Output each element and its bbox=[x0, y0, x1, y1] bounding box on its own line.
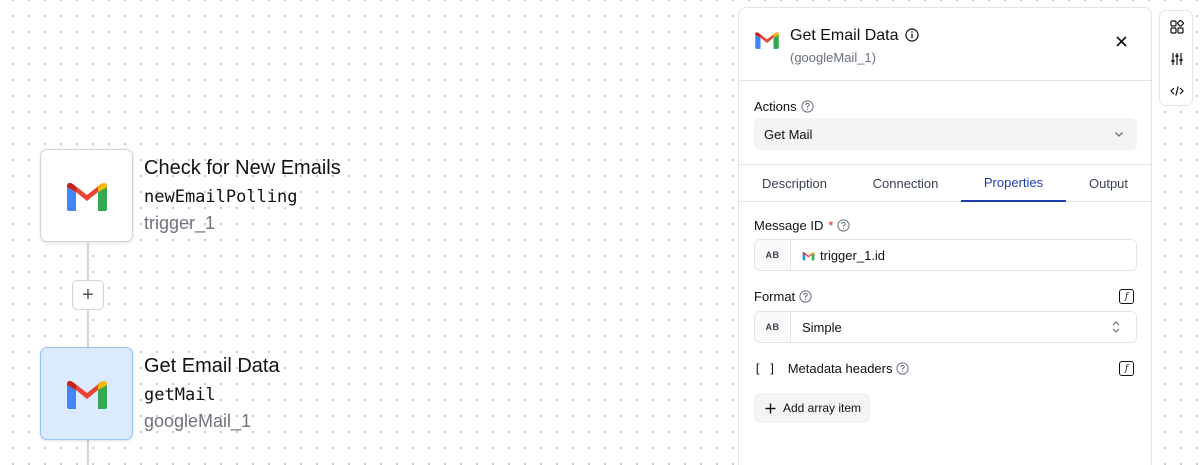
format-label-text: Format bbox=[754, 289, 796, 304]
function-mode-icon[interactable]: f bbox=[1119, 361, 1134, 376]
node-id: trigger_1 bbox=[144, 213, 216, 233]
node-card[interactable] bbox=[40, 149, 133, 242]
properties-button[interactable] bbox=[1168, 50, 1186, 68]
gmail-icon bbox=[755, 32, 779, 49]
add-node-button[interactable]: + bbox=[72, 280, 104, 310]
code-icon bbox=[1170, 86, 1184, 96]
function-mode-icon[interactable]: f bbox=[1119, 289, 1134, 304]
node-title: Get Email Data bbox=[144, 355, 280, 377]
format-value: Simple bbox=[802, 320, 842, 335]
message-id-field[interactable]: AB trigger_1.id bbox=[754, 239, 1137, 271]
gmail-icon bbox=[66, 380, 107, 409]
node-card[interactable] bbox=[40, 347, 133, 440]
message-id-value[interactable]: trigger_1.id bbox=[802, 248, 885, 263]
string-type-badge: AB bbox=[755, 312, 791, 342]
tab-properties[interactable]: Properties bbox=[961, 165, 1066, 202]
plus-icon: + bbox=[82, 284, 94, 306]
node-function: getMail bbox=[144, 385, 216, 405]
node-details-panel: Get Email Data (googleMail_1) Actions Ge… bbox=[738, 7, 1152, 465]
sliders-icon bbox=[1171, 53, 1183, 65]
chevron-down-icon bbox=[1115, 132, 1123, 137]
format-select[interactable]: AB Simple bbox=[754, 311, 1137, 343]
actions-label-text: Actions bbox=[754, 99, 797, 114]
format-label: Format bbox=[754, 289, 812, 304]
gmail-icon bbox=[66, 182, 107, 211]
panel-title: Get Email Data bbox=[790, 27, 899, 44]
message-id-label-text: Message ID bbox=[754, 218, 824, 233]
code-button[interactable] bbox=[1168, 82, 1186, 100]
node-function: newEmailPolling bbox=[144, 187, 298, 207]
help-icon[interactable] bbox=[896, 362, 910, 375]
chevron-up-down-icon bbox=[1112, 321, 1120, 333]
tab-connection[interactable]: Connection bbox=[850, 165, 961, 202]
workflow-node-action[interactable]: Get Email Data getMail googleMail_1 bbox=[40, 347, 360, 441]
message-id-value-text: trigger_1.id bbox=[820, 248, 886, 263]
node-title: Check for New Emails bbox=[144, 157, 341, 179]
right-toolbar bbox=[1159, 10, 1193, 106]
actions-select-value: Get Mail bbox=[764, 126, 813, 142]
tab-output[interactable]: Output bbox=[1066, 165, 1151, 202]
add-array-item-button[interactable]: Add array item bbox=[754, 393, 870, 423]
plus-icon bbox=[765, 403, 776, 413]
panel-header: Get Email Data (googleMail_1) bbox=[739, 8, 1151, 81]
gmail-icon bbox=[802, 251, 815, 260]
actions-select[interactable]: Get Mail bbox=[754, 118, 1137, 150]
close-button[interactable] bbox=[1109, 29, 1133, 53]
workflow-node-trigger[interactable]: Check for New Emails newEmailPolling tri… bbox=[40, 149, 360, 243]
info-icon[interactable] bbox=[905, 28, 919, 42]
tab-description[interactable]: Description bbox=[739, 165, 850, 202]
edge-connector bbox=[87, 440, 89, 465]
metadata-headers-label: [ ] Metadata headers bbox=[754, 361, 910, 376]
node-id: googleMail_1 bbox=[144, 411, 252, 431]
help-icon[interactable] bbox=[837, 219, 851, 232]
panel-subtitle: (googleMail_1) bbox=[790, 50, 876, 65]
string-type-badge: AB bbox=[755, 240, 791, 270]
components-icon bbox=[1170, 20, 1184, 34]
add-array-item-label: Add array item bbox=[783, 401, 862, 415]
message-id-label: Message ID * bbox=[754, 218, 851, 233]
actions-label: Actions bbox=[754, 99, 814, 114]
help-icon[interactable] bbox=[801, 100, 814, 113]
close-icon bbox=[1115, 35, 1127, 47]
panel-tabs: Description Connection Properties Output bbox=[739, 164, 1151, 202]
help-icon[interactable] bbox=[799, 290, 812, 303]
array-bracket-icon: [ ] bbox=[754, 361, 776, 376]
metadata-headers-label-text: Metadata headers bbox=[787, 361, 893, 376]
required-marker: * bbox=[828, 218, 834, 233]
components-button[interactable] bbox=[1168, 18, 1186, 36]
